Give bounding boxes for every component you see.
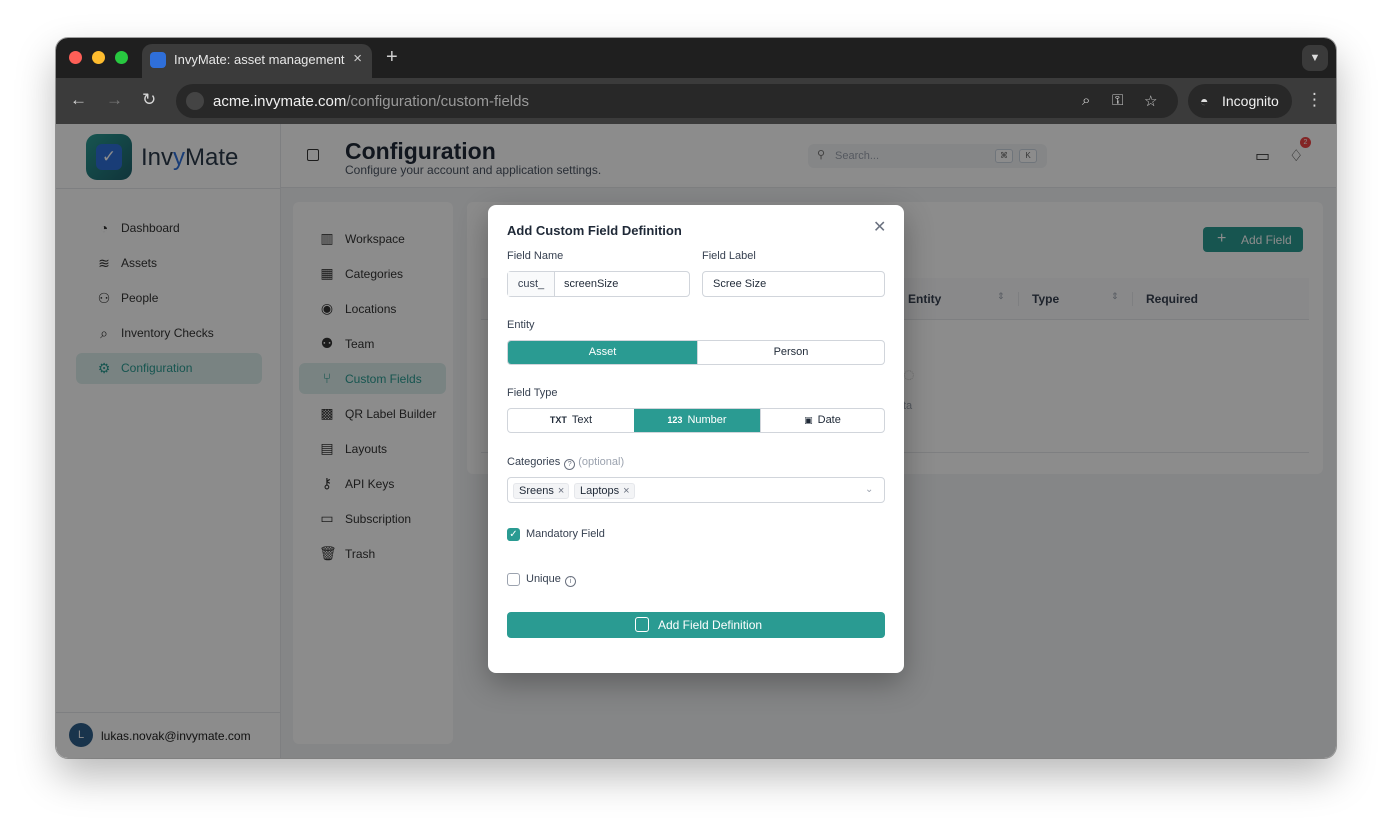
field-type-number-label: Number	[687, 414, 727, 426]
close-window-button[interactable]	[69, 51, 82, 64]
field-label-input[interactable]: Scree Size	[702, 271, 885, 297]
remove-chip-icon[interactable]: ×	[623, 485, 629, 497]
categories-label-text: Categories	[507, 456, 561, 468]
site-settings-icon[interactable]	[186, 92, 204, 110]
minimize-window-button[interactable]	[92, 51, 105, 64]
category-chip-label: Laptops	[580, 485, 620, 497]
optional-hint: (optional)	[578, 456, 625, 468]
category-chip: Sreens ×	[513, 483, 570, 499]
browser-window: InvyMate: asset management × + ▼ ← → ↻ a…	[56, 38, 1336, 758]
field-label-value: Scree Size	[713, 278, 767, 290]
dialog-title: Add Custom Field Definition	[507, 223, 682, 238]
add-custom-field-dialog: Add Custom Field Definition ✕ Field Name…	[488, 205, 904, 673]
tab-title: InvyMate: asset management	[174, 52, 345, 67]
info-icon[interactable]: i	[564, 576, 576, 587]
unique-label-text: Unique	[526, 573, 561, 585]
incognito-icon: ◓	[1200, 93, 1209, 109]
calendar-icon: ▣	[804, 415, 813, 425]
number-type-icon: 123	[667, 415, 683, 425]
field-type-text-label: Text	[571, 414, 593, 426]
url-text: acme.invymate.com/configuration/custom-f…	[213, 93, 529, 110]
reload-icon[interactable]: ↻	[142, 90, 156, 110]
mandatory-label: Mandatory Field	[526, 528, 605, 540]
forward-icon[interactable]: →	[106, 90, 123, 110]
chevron-down-icon[interactable]: ⌄	[865, 484, 873, 495]
field-name-value: screenSize	[564, 278, 619, 290]
help-icon[interactable]: ?	[564, 459, 576, 470]
browser-tab[interactable]: InvyMate: asset management ×	[142, 44, 372, 78]
browser-menu-icon[interactable]: ⋮	[1306, 90, 1323, 110]
unique-label: Unique i	[526, 573, 576, 587]
incognito-label: Incognito	[1222, 93, 1279, 109]
tab-close-icon[interactable]: ×	[353, 50, 362, 67]
unique-checkbox[interactable]	[507, 573, 520, 586]
mandatory-checkbox[interactable]: ✓	[507, 528, 520, 541]
back-icon[interactable]: ←	[70, 90, 87, 110]
field-name-input[interactable]: cust_ screenSize	[507, 271, 690, 297]
save-icon	[635, 617, 649, 632]
category-chip-label: Sreens	[519, 485, 554, 497]
submit-label: Add Field Definition	[658, 618, 763, 632]
categories-label: Categories? (optional)	[507, 456, 624, 470]
field-type-label: Field Type	[507, 387, 558, 399]
incognito-indicator[interactable]: ◓ Incognito	[1188, 84, 1292, 118]
browser-tabbar: InvyMate: asset management × + ▼	[56, 38, 1336, 78]
field-type-date[interactable]: ▣ Date	[760, 409, 884, 432]
text-type-icon: TXT	[549, 415, 567, 425]
field-type-date-label: Date	[817, 414, 841, 426]
maximize-window-button[interactable]	[115, 51, 128, 64]
field-label-label: Field Label	[702, 250, 756, 262]
remove-chip-icon[interactable]: ×	[558, 485, 564, 497]
entity-option-person[interactable]: Person	[697, 341, 884, 364]
address-bar[interactable]: acme.invymate.com/configuration/custom-f…	[176, 84, 1178, 118]
close-icon[interactable]: ✕	[873, 217, 886, 237]
favicon-icon	[150, 52, 166, 68]
browser-toolbar: ← → ↻ acme.invymate.com/configuration/cu…	[56, 78, 1336, 124]
categories-multiselect[interactable]: Sreens × Laptops × ⌄	[507, 477, 885, 503]
entity-option-asset[interactable]: Asset	[508, 341, 697, 364]
add-field-definition-button[interactable]: Add Field Definition	[507, 612, 885, 638]
field-name-label: Field Name	[507, 250, 564, 262]
zoom-icon[interactable]: ⌕	[1082, 92, 1090, 109]
field-type-number[interactable]: 123 Number	[634, 409, 760, 432]
field-name-prefix: cust_	[508, 272, 555, 296]
new-tab-icon[interactable]: +	[386, 46, 398, 68]
tab-search-icon[interactable]: ▼	[1302, 45, 1328, 71]
field-type-selector: TXT Text 123 Number ▣ Date	[507, 408, 885, 433]
password-key-icon[interactable]: ⚿	[1112, 92, 1123, 109]
field-type-text[interactable]: TXT Text	[508, 409, 634, 432]
entity-label: Entity	[507, 319, 535, 331]
entity-selector: Asset Person	[507, 340, 885, 365]
bookmark-star-icon[interactable]: ☆	[1144, 92, 1157, 110]
category-chip: Laptops ×	[574, 483, 635, 499]
